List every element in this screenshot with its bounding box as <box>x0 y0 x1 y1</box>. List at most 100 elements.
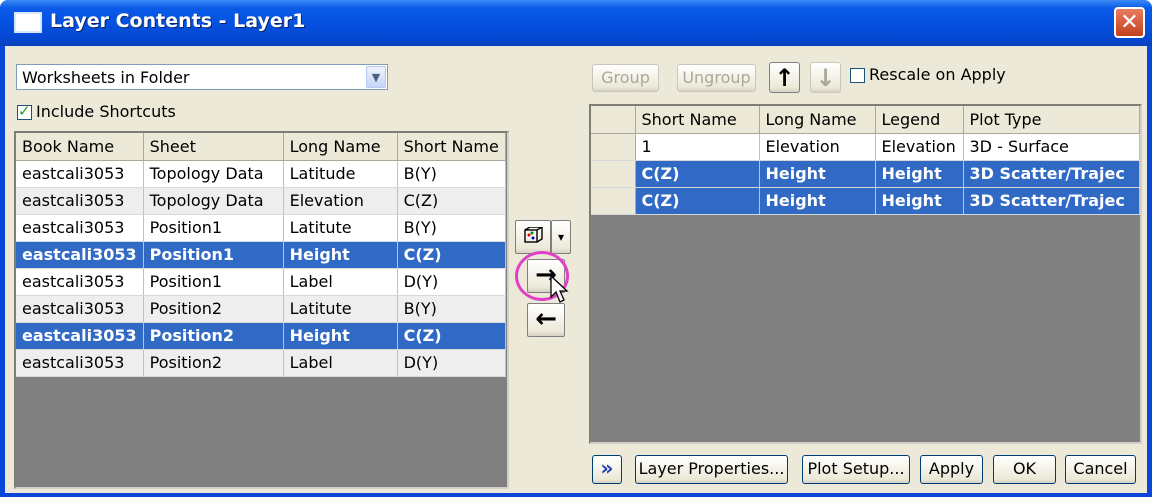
table-row[interactable]: eastcali3053 Topology Data Elevation C(Z) <box>16 187 506 215</box>
expand-button[interactable]: » <box>592 455 622 484</box>
table-cell: Position2 <box>143 322 284 350</box>
table-cell: Elevation <box>759 133 876 161</box>
source-combo[interactable]: Worksheets in Folder ▼ <box>16 64 388 90</box>
table-cell: Topology Data <box>143 160 284 188</box>
column-header[interactable]: Short Name <box>635 106 760 134</box>
table-cell: Position1 <box>143 268 284 296</box>
table-cell: D(Y) <box>397 268 506 296</box>
rescale-checkbox[interactable] <box>850 68 865 83</box>
close-button[interactable]: ✕ <box>1114 7 1145 38</box>
table-cell: eastcali3053 <box>16 241 144 269</box>
table-row[interactable]: eastcali3053 Position1 Label D(Y) <box>16 268 506 296</box>
table-row[interactable]: eastcali3053 Position2 Height C(Z) <box>16 322 506 350</box>
table-cell: Label <box>283 268 398 296</box>
table-cell: Elevation <box>283 187 398 215</box>
table-cell: 1 <box>635 133 760 161</box>
table-cell: Position1 <box>143 241 284 269</box>
layer-grid[interactable]: Short Name Long Name Legend Plot Type 1 Elev… <box>589 104 1142 444</box>
plot-type-button[interactable] <box>515 220 551 254</box>
column-header[interactable]: Long Name <box>283 133 398 161</box>
table-cell: C(Z) <box>635 160 760 188</box>
row-header[interactable] <box>591 133 636 161</box>
chevron-down-icon[interactable]: ▼ <box>366 66 386 88</box>
ok-button[interactable]: OK <box>993 455 1056 484</box>
plot-setup-button[interactable]: Plot Setup... <box>802 455 910 484</box>
layer-properties-button[interactable]: Layer Properties... <box>635 455 788 484</box>
column-header[interactable]: Plot Type <box>963 106 1140 134</box>
dialog-client-area: Worksheets in Folder ▼ Include Shortcuts… <box>5 46 1147 493</box>
table-cell: Position2 <box>143 295 284 323</box>
dialog-window: Layer Contents - Layer1 ✕ Worksheets in … <box>0 0 1152 497</box>
table-cell: C(Z) <box>397 187 506 215</box>
apply-button[interactable]: Apply <box>920 455 983 484</box>
table-cell: B(Y) <box>397 160 506 188</box>
move-up-button[interactable]: ↑ <box>769 62 800 93</box>
table-cell: Topology Data <box>143 187 284 215</box>
layer-table: Short Name Long Name Legend Plot Type 1 Elev… <box>591 106 1140 215</box>
rescale-label: Rescale on Apply <box>869 65 1006 84</box>
row-header[interactable] <box>591 187 636 215</box>
table-row[interactable]: eastcali3053 Topology Data Latitude B(Y) <box>16 160 506 188</box>
table-cell: Height <box>759 160 876 188</box>
table-cell: eastcali3053 <box>16 214 144 242</box>
table-cell: Height <box>875 160 964 188</box>
column-header[interactable]: Legend <box>875 106 964 134</box>
table-row[interactable]: eastcali3053 Position2 Latitute B(Y) <box>16 295 506 323</box>
table-cell: 3D Scatter/Trajec <box>963 187 1140 215</box>
window-icon <box>14 12 42 33</box>
table-cell: C(Z) <box>635 187 760 215</box>
table-cell: Height <box>283 322 398 350</box>
table-row[interactable]: C(Z) Height Height 3D Scatter/Trajec <box>591 160 1140 188</box>
table-cell: Position2 <box>143 349 284 377</box>
table-cell: Latitude <box>283 160 398 188</box>
table-cell: B(Y) <box>397 295 506 323</box>
table-cell: eastcali3053 <box>16 322 144 350</box>
mouse-pointer-icon <box>550 275 569 303</box>
window-border <box>0 493 1152 497</box>
table-cell: eastcali3053 <box>16 349 144 377</box>
table-cell: Label <box>283 349 398 377</box>
remove-from-layer-button[interactable]: ← <box>527 303 565 337</box>
table-cell: Height <box>283 241 398 269</box>
table-row[interactable]: eastcali3053 Position1 Latitute B(Y) <box>16 214 506 242</box>
3d-plot-icon <box>524 225 545 243</box>
move-down-button[interactable]: ↓ <box>810 62 841 93</box>
column-header[interactable]: Book Name <box>16 133 144 161</box>
corner-header <box>591 106 636 134</box>
ungroup-button[interactable]: Ungroup <box>677 64 756 92</box>
table-cell: eastcali3053 <box>16 160 144 188</box>
column-header[interactable]: Short Name <box>397 133 506 161</box>
column-header[interactable]: Sheet <box>143 133 284 161</box>
source-grid[interactable]: Book Name Sheet Long Name Short Name eastca… <box>14 131 509 489</box>
table-cell: eastcali3053 <box>16 187 144 215</box>
group-button[interactable]: Group <box>592 64 659 92</box>
table-cell: 3D - Surface <box>963 133 1140 161</box>
table-cell: B(Y) <box>397 214 506 242</box>
table-row[interactable]: eastcali3053 Position2 Label D(Y) <box>16 349 506 377</box>
table-cell: Latitute <box>283 295 398 323</box>
column-header[interactable]: Long Name <box>759 106 876 134</box>
table-row[interactable]: C(Z) Height Height 3D Scatter/Trajec <box>591 187 1140 215</box>
table-cell: C(Z) <box>397 241 506 269</box>
row-header[interactable] <box>591 160 636 188</box>
table-cell: eastcali3053 <box>16 295 144 323</box>
table-cell: C(Z) <box>397 322 506 350</box>
source-table: Book Name Sheet Long Name Short Name eastca… <box>16 133 506 377</box>
source-combo-value: Worksheets in Folder <box>22 68 190 87</box>
table-cell: Height <box>875 187 964 215</box>
table-cell: Latitute <box>283 214 398 242</box>
table-row[interactable]: eastcali3053 Position1 Height C(Z) <box>16 241 506 269</box>
table-cell: Position1 <box>143 214 284 242</box>
table-cell: Elevation <box>875 133 964 161</box>
table-row[interactable]: 1 Elevation Elevation 3D - Surface <box>591 133 1140 161</box>
table-cell: eastcali3053 <box>16 268 144 296</box>
table-cell: Height <box>759 187 876 215</box>
include-shortcuts-label: Include Shortcuts <box>36 102 176 121</box>
table-cell: D(Y) <box>397 349 506 377</box>
include-shortcuts-checkbox[interactable] <box>17 102 32 120</box>
plot-type-dropdown[interactable]: ▾ <box>551 220 571 254</box>
window-title: Layer Contents - Layer1 <box>50 10 306 32</box>
cancel-button[interactable]: Cancel <box>1065 455 1136 484</box>
title-bar[interactable]: Layer Contents - Layer1 ✕ <box>0 0 1152 46</box>
table-cell: 3D Scatter/Trajec <box>963 160 1140 188</box>
